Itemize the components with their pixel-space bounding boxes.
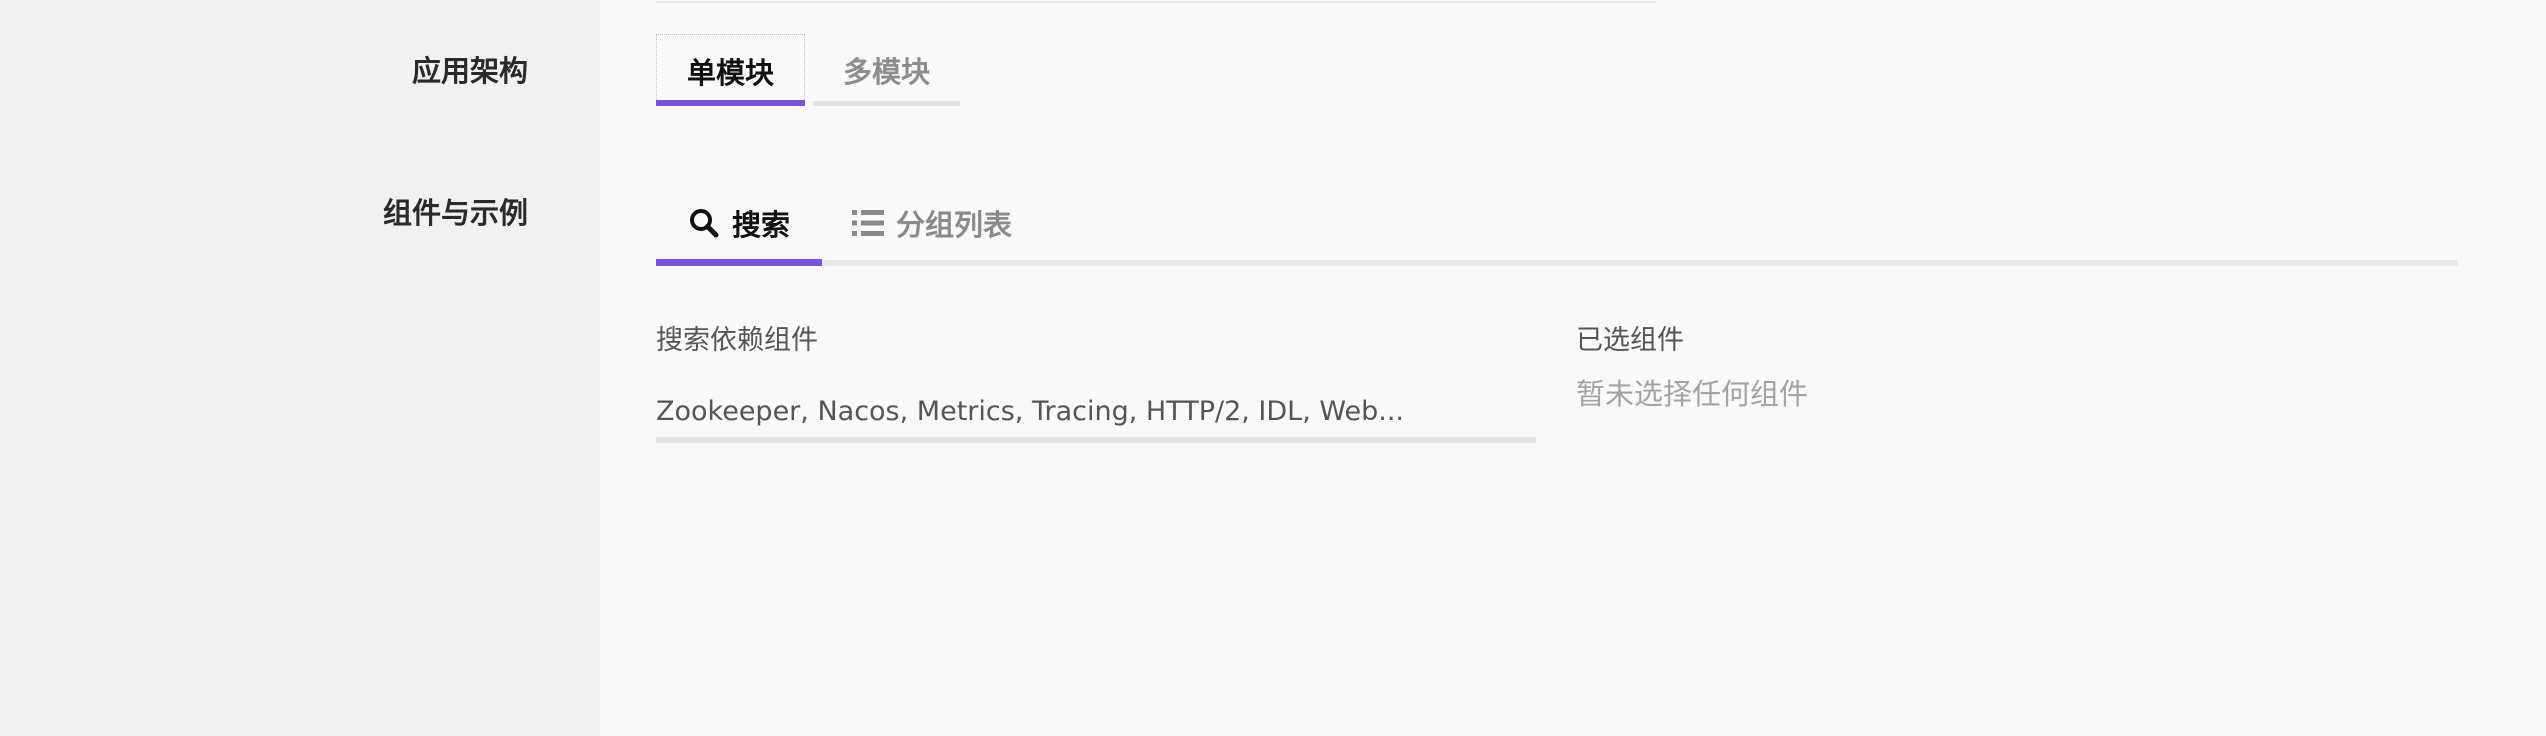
dependency-search-input[interactable]: Zookeeper, Nacos, Metrics, Tracing, HTTP… [656,385,1536,443]
dependency-search: 搜索依赖组件 Zookeeper, Nacos, Metrics, Tracin… [656,318,1536,443]
tab-group-list[interactable]: 分组列表 [852,180,1012,266]
tab-search[interactable]: 搜索 [656,180,822,266]
architecture-selector: 单模块 多模块 [656,34,961,106]
page: 应用架构 组件与示例 单模块 多模块 搜索 分组列表 搜索依赖组件 Zookee… [0,0,2546,736]
tab-group-list-label: 分组列表 [896,208,1013,242]
search-icon [688,207,720,239]
selected-empty-state: 暂未选择任何组件 [1576,377,1809,411]
label-column: 应用架构 组件与示例 [0,0,600,736]
previous-field-edge [656,0,1656,3]
selected-components-label: 已选组件 [1576,325,1684,356]
architecture-label: 应用架构 [411,54,528,88]
form-content: 单模块 多模块 搜索 分组列表 搜索依赖组件 Zookeeper, Nacos,… [600,0,2546,736]
list-icon [852,208,884,238]
selected-components: 已选组件 暂未选择任何组件 [1576,318,2176,413]
single-module-option[interactable]: 单模块 [656,34,806,106]
tab-search-label: 搜索 [732,208,791,242]
multi-module-option[interactable]: 多模块 [813,34,961,106]
search-dependency-label: 搜索依赖组件 [656,325,818,356]
components-label: 组件与示例 [382,196,528,230]
component-tabs: 搜索 分组列表 [656,180,2458,266]
